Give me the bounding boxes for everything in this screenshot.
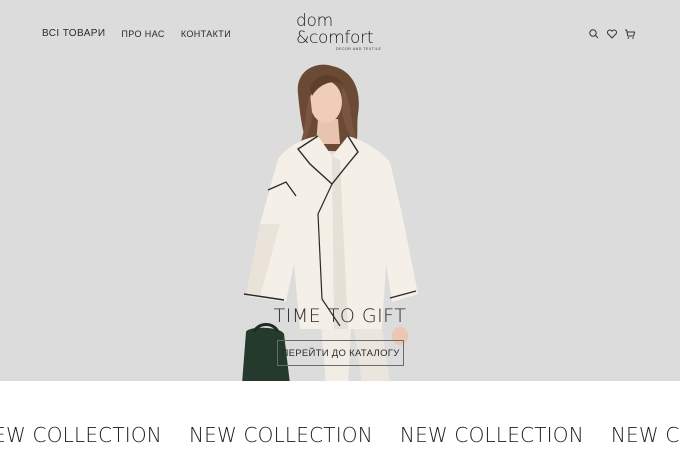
- nav-all-products[interactable]: ВСІ ТОВАРИ: [42, 28, 105, 39]
- marquee-track: NEW COLLECTION NEW COLLECTION NEW COLLECTI…: [0, 423, 680, 447]
- catalog-button[interactable]: ПЕРЕЙТИ ДО КАТАЛОГУ: [277, 340, 404, 366]
- header-actions: [588, 28, 636, 40]
- model-photo: [242, 64, 418, 381]
- marquee-item: NEW COLLECTION: [610, 423, 680, 447]
- nav-contacts[interactable]: КОНТАКТИ: [181, 29, 231, 39]
- hero-title: TIME TO GIFT: [273, 305, 407, 327]
- logo-tagline: DECOR AND TEXTILE: [336, 47, 382, 51]
- marquee-item: NEW COLLECTION: [188, 423, 373, 447]
- marquee-item: NEW COLLECTION: [0, 423, 162, 447]
- collection-marquee: NEW COLLECTION NEW COLLECTION NEW COLLECTI…: [0, 381, 680, 459]
- nav-about[interactable]: ПРО НАС: [121, 29, 164, 39]
- heart-icon[interactable]: [606, 28, 618, 40]
- brand-logo[interactable]: dom &comfort DECOR AND TEXTILE: [296, 13, 388, 55]
- logo-line-2: &comfort: [296, 28, 374, 48]
- cart-icon[interactable]: [624, 28, 636, 40]
- marquee-item: NEW COLLECTION: [399, 423, 584, 447]
- main-nav: ВСІ ТОВАРИ ПРО НАС КОНТАКТИ: [42, 28, 247, 39]
- hero-banner: ВСІ ТОВАРИ ПРО НАС КОНТАКТИ dom &comfort…: [0, 0, 680, 381]
- search-icon[interactable]: [588, 28, 600, 40]
